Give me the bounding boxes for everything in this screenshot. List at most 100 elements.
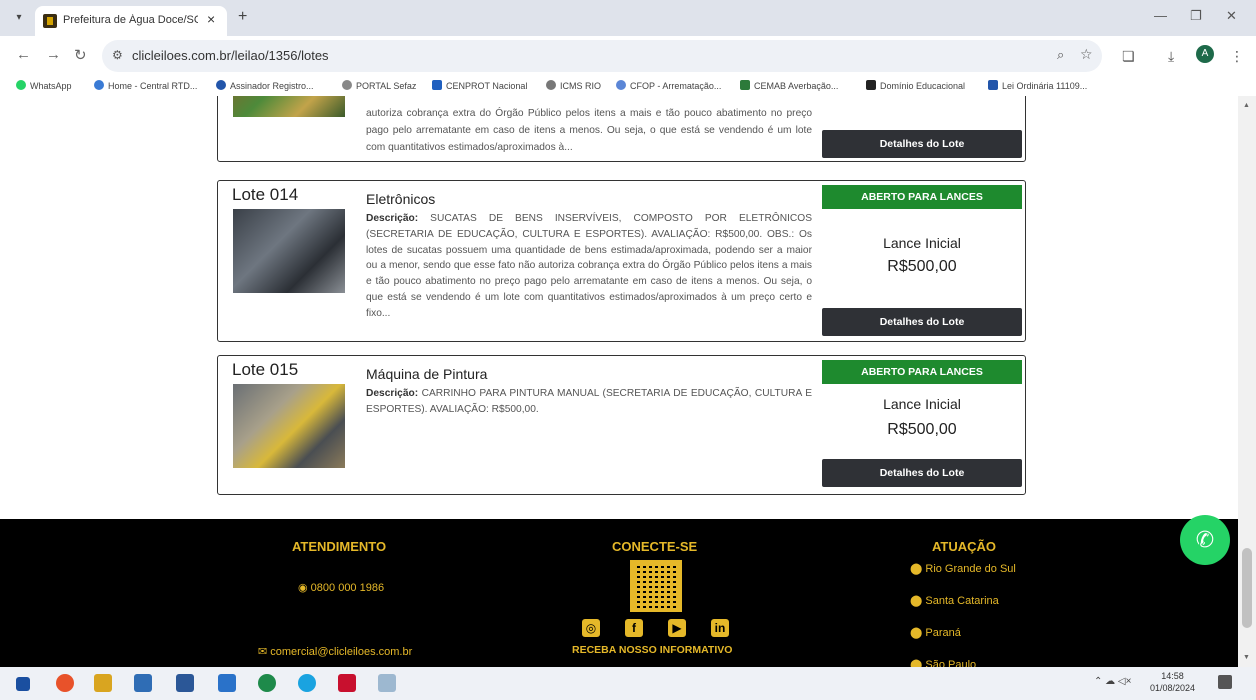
outlook-icon[interactable] [218, 674, 236, 692]
whatsapp-float-button[interactable]: ✆ [1180, 515, 1230, 565]
lot-title: Eletrônicos [366, 191, 436, 207]
reload-icon[interactable]: ↻ [74, 46, 87, 64]
lot-image[interactable] [233, 209, 345, 293]
bookmark-star-icon[interactable]: ☆ [1080, 46, 1093, 63]
lot-details-button[interactable]: Detalhes do Lote [822, 130, 1022, 158]
tab-bar: ▾ Prefeitura de Água Doce/SC : × + — ❐ ✕ [0, 0, 1256, 36]
forward-icon[interactable]: → [46, 46, 61, 63]
maximize-icon[interactable]: ❐ [1190, 8, 1202, 24]
clock-date: 01/08/2024 [1150, 683, 1196, 693]
url-text[interactable]: clicleiloes.com.br/leilao/1356/lotes [132, 48, 329, 63]
url-bar[interactable]: ⚙ clicleiloes.com.br/leilao/1356/lotes ⌕… [102, 40, 1102, 72]
whatsapp-taskbar-icon[interactable] [258, 674, 276, 692]
lot-image[interactable] [233, 96, 345, 117]
lance-label: Lance Inicial [883, 235, 961, 251]
clock-time: 14:58 [1161, 671, 1184, 681]
conecte-heading: CONECTE-SE [612, 539, 698, 554]
state-item: ⬤ São Paulo [910, 658, 976, 667]
site-footer: ATENDIMENTO ◉ 0800 000 1986 ✉ comercial@… [0, 519, 1238, 667]
qr-code-image [630, 560, 682, 612]
location-pin-icon: ⬤ [910, 595, 923, 607]
zoom-icon[interactable]: ⌕ [1057, 47, 1064, 63]
tab-close-icon[interactable]: × [207, 11, 215, 27]
scroll-up-icon[interactable]: ▲ [1243, 102, 1250, 109]
whatsapp-icon: ◉ [298, 582, 308, 594]
state-item: ⬤ Rio Grande do Sul [910, 563, 1016, 575]
instagram-icon[interactable]: ◎ [582, 619, 600, 637]
lot-card: autoriza cobrança extra do Órgão Público… [217, 96, 1026, 162]
menu-icon[interactable]: ⋮ [1230, 48, 1244, 65]
pdf-icon[interactable] [338, 674, 356, 692]
lot-description: Descrição: CARRINHO PARA PINTURA MANUAL … [366, 388, 812, 415]
skype-icon[interactable] [298, 674, 316, 692]
word-icon[interactable] [176, 674, 194, 692]
atendimento-heading: ATENDIMENTO [292, 539, 387, 554]
bookmark-item[interactable]: Lei Ordinária 11109... [988, 80, 1087, 91]
lance-label: Lance Inicial [883, 396, 961, 412]
address-row: ← → ↻ ⚙ clicleiloes.com.br/leilao/1356/l… [0, 36, 1256, 76]
lot-description: Descrição: SUCATAS DE BENS INSERVÍVEIS, … [366, 213, 812, 319]
email-link[interactable]: ✉ comercial@clicleiloes.com.br [258, 645, 412, 658]
chrome-icon[interactable] [56, 674, 74, 692]
envelope-icon: ✉ [258, 646, 268, 658]
profile-avatar[interactable]: A [1196, 45, 1214, 63]
bookmark-item[interactable]: CEMAB Averbação... [740, 80, 838, 91]
lot-details-button[interactable]: Detalhes do Lote [822, 308, 1022, 336]
atuacao-heading: ATUAÇÃO [932, 539, 997, 554]
bookmark-item[interactable]: Assinador Registro... [216, 80, 314, 91]
location-pin-icon: ⬤ [910, 563, 923, 575]
lot-status-badge: ABERTO PARA LANCES [822, 185, 1022, 209]
lot-details-button[interactable]: Detalhes do Lote [822, 459, 1022, 487]
bookmark-item[interactable]: Domínio Educacional [866, 80, 965, 91]
back-icon[interactable]: ← [16, 46, 31, 63]
lot-number: Lote 015 [232, 360, 299, 379]
misc-app-icon[interactable] [378, 674, 396, 692]
site-info-icon[interactable]: ⚙ [112, 48, 123, 62]
bookmark-item[interactable]: CFOP - Arrematação... [616, 80, 721, 91]
lot-description: autoriza cobrança extra do Órgão Público… [366, 108, 812, 153]
scroll-thumb[interactable] [1242, 548, 1252, 628]
start-icon[interactable] [16, 677, 30, 691]
newsletter-heading: RECEBA NOSSO INFORMATIVO [572, 644, 733, 656]
youtube-icon[interactable]: ▶ [668, 619, 686, 637]
lot-number: Lote 014 [232, 185, 299, 204]
state-item: ⬤ Paraná [910, 627, 961, 639]
active-tab[interactable]: Prefeitura de Água Doce/SC : × [35, 6, 227, 36]
bookmarks-bar: WhatsApp Home - Central RTD... Assinador… [0, 76, 1256, 96]
lance-value: R$500,00 [887, 258, 957, 275]
bookmark-item[interactable]: PORTAL Sefaz [342, 80, 416, 91]
app-icon[interactable] [134, 674, 152, 692]
bookmark-item[interactable]: WhatsApp [16, 80, 72, 91]
state-item: ⬤ Santa Catarina [910, 595, 999, 607]
location-pin-icon: ⬤ [910, 659, 923, 667]
minimize-icon[interactable]: — [1154, 8, 1167, 23]
favicon-icon [43, 14, 57, 28]
bookmark-item[interactable]: Home - Central RTD... [94, 80, 197, 91]
lot-status-badge: ABERTO PARA LANCES [822, 360, 1022, 384]
lance-value: R$500,00 [887, 421, 957, 438]
location-pin-icon: ⬤ [910, 627, 923, 639]
lot-card: Lote 015 Máquina de Pintura Descrição: C… [217, 355, 1026, 495]
notifications-icon[interactable] [1218, 675, 1232, 689]
download-icon[interactable]: ⤓ [1168, 48, 1174, 65]
taskbar: ⌃ ☁ ◁× 14:58 01/08/2024 [0, 667, 1256, 700]
close-window-icon[interactable]: ✕ [1226, 8, 1237, 24]
linkedin-icon[interactable]: in [711, 619, 729, 637]
lot-title: Máquina de Pintura [366, 366, 488, 382]
lot-card: Lote 014 Eletrônicos Descrição: SUCATAS … [217, 180, 1026, 342]
lot-image[interactable] [233, 384, 345, 468]
phone-link[interactable]: ◉ 0800 000 1986 [298, 581, 384, 594]
page-scrollbar[interactable]: ▲ ▼ [1238, 96, 1256, 667]
system-tray-icons[interactable]: ⌃ ☁ ◁× [1094, 676, 1131, 687]
new-tab-button[interactable]: + [238, 8, 247, 26]
tab-title: Prefeitura de Água Doce/SC : [63, 14, 198, 26]
file-explorer-icon[interactable] [94, 674, 112, 692]
tab-search-icon[interactable]: ▾ [10, 9, 28, 27]
bookmark-item[interactable]: ICMS RIO [546, 80, 601, 91]
page-viewport: autoriza cobrança extra do Órgão Público… [0, 96, 1238, 667]
extensions-icon[interactable]: ❏ [1122, 48, 1135, 65]
bookmark-item[interactable]: CENPROT Nacional [432, 80, 527, 91]
taskbar-clock[interactable]: 14:58 01/08/2024 [1150, 670, 1195, 694]
facebook-icon[interactable]: f [625, 619, 643, 637]
scroll-down-icon[interactable]: ▼ [1243, 654, 1250, 661]
